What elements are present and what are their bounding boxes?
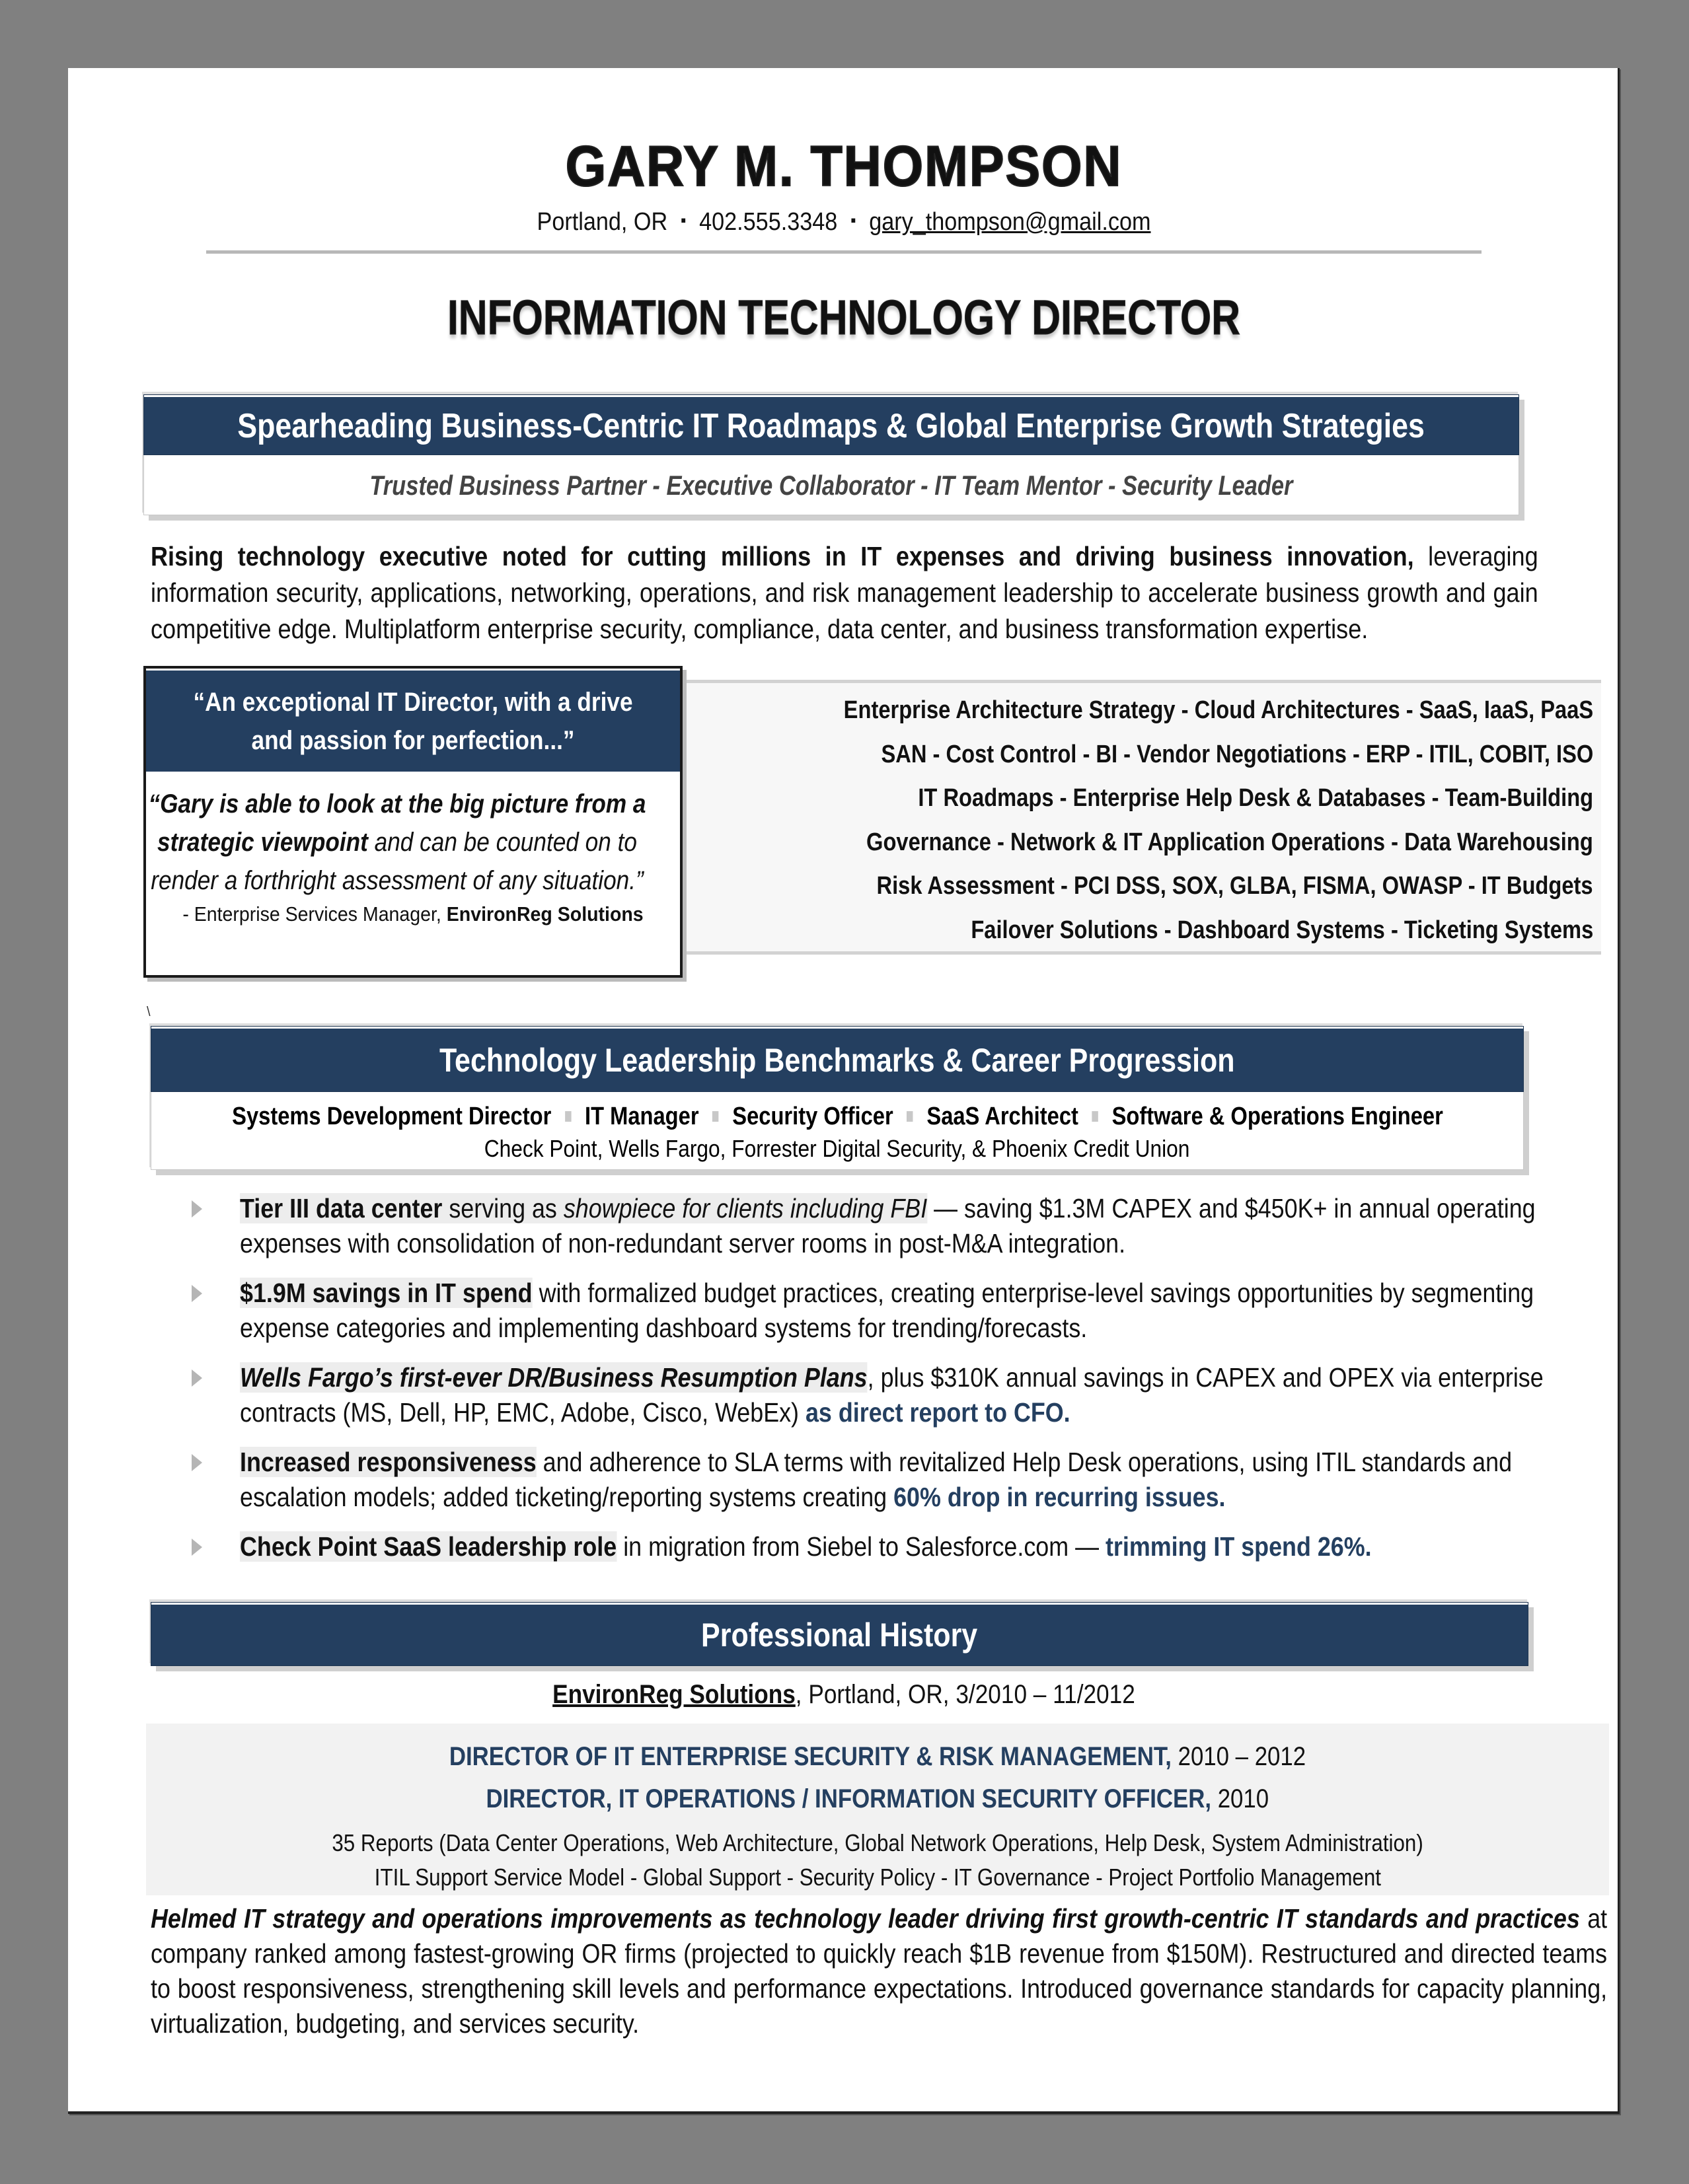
- skills-line: SAN - Cost Control - BI - Vendor Negotia…: [881, 741, 1593, 768]
- email-link[interactable]: gary_thompson@gmail.com: [869, 208, 1150, 236]
- header-divider: [206, 250, 1482, 254]
- role-item: IT Manager: [584, 1103, 699, 1130]
- phone: 402.555.3348: [699, 208, 838, 236]
- role-block: DIRECTOR OF IT ENTERPRISE SECURITY & RIS…: [146, 1724, 1609, 1895]
- career-companies: Check Point, Wells Fargo, Forrester Digi…: [151, 1131, 1523, 1167]
- testimonial-headline-text: “An exceptional IT Director, with a driv…: [193, 687, 633, 755]
- triangle-bullet-icon: [192, 1285, 202, 1302]
- separator-icon: ▪: [850, 210, 856, 230]
- testimonial-attribution: - Enterprise Services Manager, EnvironRe…: [182, 902, 643, 926]
- career-heading-text: Technology Leadership Benchmarks & Caree…: [439, 1041, 1235, 1079]
- summary-lead: Rising technology executive noted for cu…: [151, 541, 1414, 571]
- square-bullet-icon: [906, 1111, 913, 1122]
- skills-line: Governance - Network & IT Application Op…: [866, 828, 1593, 856]
- company-name: EnvironReg Solutions: [552, 1680, 796, 1709]
- achievement-accent: as direct report to CFO.: [805, 1397, 1070, 1428]
- role-scope: 35 Reports (Data Center Operations, Web …: [332, 1829, 1423, 1856]
- achievement-text: in migration from Siebel to Salesforce.c…: [617, 1531, 1106, 1562]
- history-heading: Professional History: [151, 1602, 1528, 1666]
- achievement-lead: Check Point SaaS leadership role: [240, 1531, 617, 1562]
- history-heading-text: Professional History: [701, 1617, 978, 1654]
- branding-tagline-text: Trusted Business Partner - Executive Col…: [369, 469, 1293, 501]
- resume-page: GARY M. THOMPSON Portland, OR ▪ 402.555.33…: [68, 68, 1620, 2114]
- role-focus: ITIL Support Service Model - Global Supp…: [374, 1864, 1381, 1891]
- achievement-item: $1.9M savings in IT spend with formalize…: [192, 1276, 1566, 1346]
- stray-mark: \: [147, 1005, 151, 1019]
- role-item: Security Officer: [732, 1103, 893, 1130]
- triangle-bullet-icon: [192, 1369, 202, 1387]
- contact-line: Portland, OR ▪ 402.555.3348 ▪ gary_thompson@…: [145, 208, 1542, 237]
- achievement-accent: trimming IT spend 26%.: [1105, 1531, 1372, 1562]
- achievement-lead: $1.9M savings in IT spend: [240, 1278, 533, 1308]
- triangle-bullet-icon: [192, 1200, 202, 1218]
- square-bullet-icon: [1092, 1111, 1098, 1122]
- company-details: , Portland, OR, 3/2010 – 11/2012: [795, 1680, 1135, 1709]
- branding-headline: Spearheading Business-Centric IT Roadmap…: [143, 394, 1519, 455]
- candidate-name: GARY M. THOMPSON: [565, 134, 1123, 199]
- attribution-role: - Enterprise Services Manager,: [182, 902, 447, 926]
- company-line: EnvironReg Solutions, Portland, OR, 3/20…: [68, 1680, 1620, 1710]
- skills-line: Enterprise Architecture Strategy - Cloud…: [843, 696, 1593, 724]
- history-paragraph: Helmed IT strategy and operations improv…: [151, 1901, 1607, 2041]
- role-title: DIRECTOR OF IT ENTERPRISE SECURITY & RIS…: [449, 1742, 1306, 1771]
- branding-headline-text: Spearheading Business-Centric IT Roadmap…: [237, 406, 1425, 445]
- achievement-lead: Tier III data center serving as showpiec…: [240, 1193, 928, 1223]
- achievement-item: Wells Fargo’s first-ever DR/Business Res…: [192, 1360, 1566, 1430]
- achievements-list: Tier III data center serving as showpiec…: [192, 1191, 1566, 1579]
- career-roles: Systems Development Director IT Manager Se…: [151, 1091, 1523, 1131]
- achievement-lead: Increased responsiveness: [240, 1447, 537, 1477]
- triangle-bullet-icon: [192, 1539, 202, 1556]
- achievement-lead: Wells Fargo’s first-ever DR/Business Res…: [240, 1362, 868, 1393]
- skills-line: Risk Assessment - PCI DSS, SOX, GLBA, FI…: [876, 872, 1593, 900]
- job-title: INFORMATION TECHNOLOGY DIRECTOR: [447, 290, 1241, 346]
- attribution-company: EnvironReg Solutions: [446, 902, 644, 926]
- square-bullet-icon: [712, 1111, 719, 1122]
- skills-line: Failover Solutions - Dashboard Systems -…: [971, 916, 1593, 944]
- career-heading: Technology Leadership Benchmarks & Caree…: [151, 1026, 1524, 1092]
- branding-banner: Spearheading Business-Centric IT Roadmap…: [143, 394, 1519, 515]
- achievement-accent: 60% drop in recurring issues.: [893, 1482, 1226, 1512]
- location: Portland, OR: [537, 208, 668, 236]
- role-item: Software & Operations Engineer: [1111, 1103, 1443, 1130]
- achievement-item: Increased responsiveness and adherence t…: [192, 1445, 1566, 1515]
- role-item: SaaS Architect: [926, 1103, 1078, 1130]
- branding-tagline: Trusted Business Partner - Executive Col…: [144, 455, 1519, 516]
- career-banner: Technology Leadership Benchmarks & Caree…: [151, 1026, 1524, 1170]
- achievement-item: Check Point SaaS leadership role in migr…: [192, 1529, 1566, 1564]
- achievement-item: Tier III data center serving as showpiec…: [192, 1191, 1566, 1261]
- career-companies-text: Check Point, Wells Fargo, Forrester Digi…: [484, 1135, 1190, 1162]
- role-title: DIRECTOR, IT OPERATIONS / INFORMATION SE…: [486, 1784, 1269, 1813]
- skills-line: IT Roadmaps - Enterprise Help Desk & Dat…: [918, 784, 1593, 812]
- triangle-bullet-icon: [192, 1454, 202, 1471]
- separator-icon: ▪: [680, 210, 687, 230]
- history-banner: Professional History: [151, 1602, 1528, 1666]
- testimonial-quote: “Gary is able to look at the big picture…: [141, 785, 653, 900]
- summary-paragraph: Rising technology executive noted for cu…: [151, 538, 1538, 647]
- testimonial-headline: “An exceptional IT Director, with a driv…: [146, 669, 680, 772]
- role-item: Systems Development Director: [231, 1103, 551, 1130]
- history-lead: Helmed IT strategy and operations improv…: [151, 1903, 1580, 1934]
- square-bullet-icon: [564, 1111, 571, 1122]
- testimonial-body: “Gary is able to look at the big picture…: [146, 772, 680, 926]
- testimonial-box: “An exceptional IT Director, with a driv…: [143, 666, 683, 978]
- skills-box: Enterprise Architecture Strategy - Cloud…: [683, 680, 1601, 955]
